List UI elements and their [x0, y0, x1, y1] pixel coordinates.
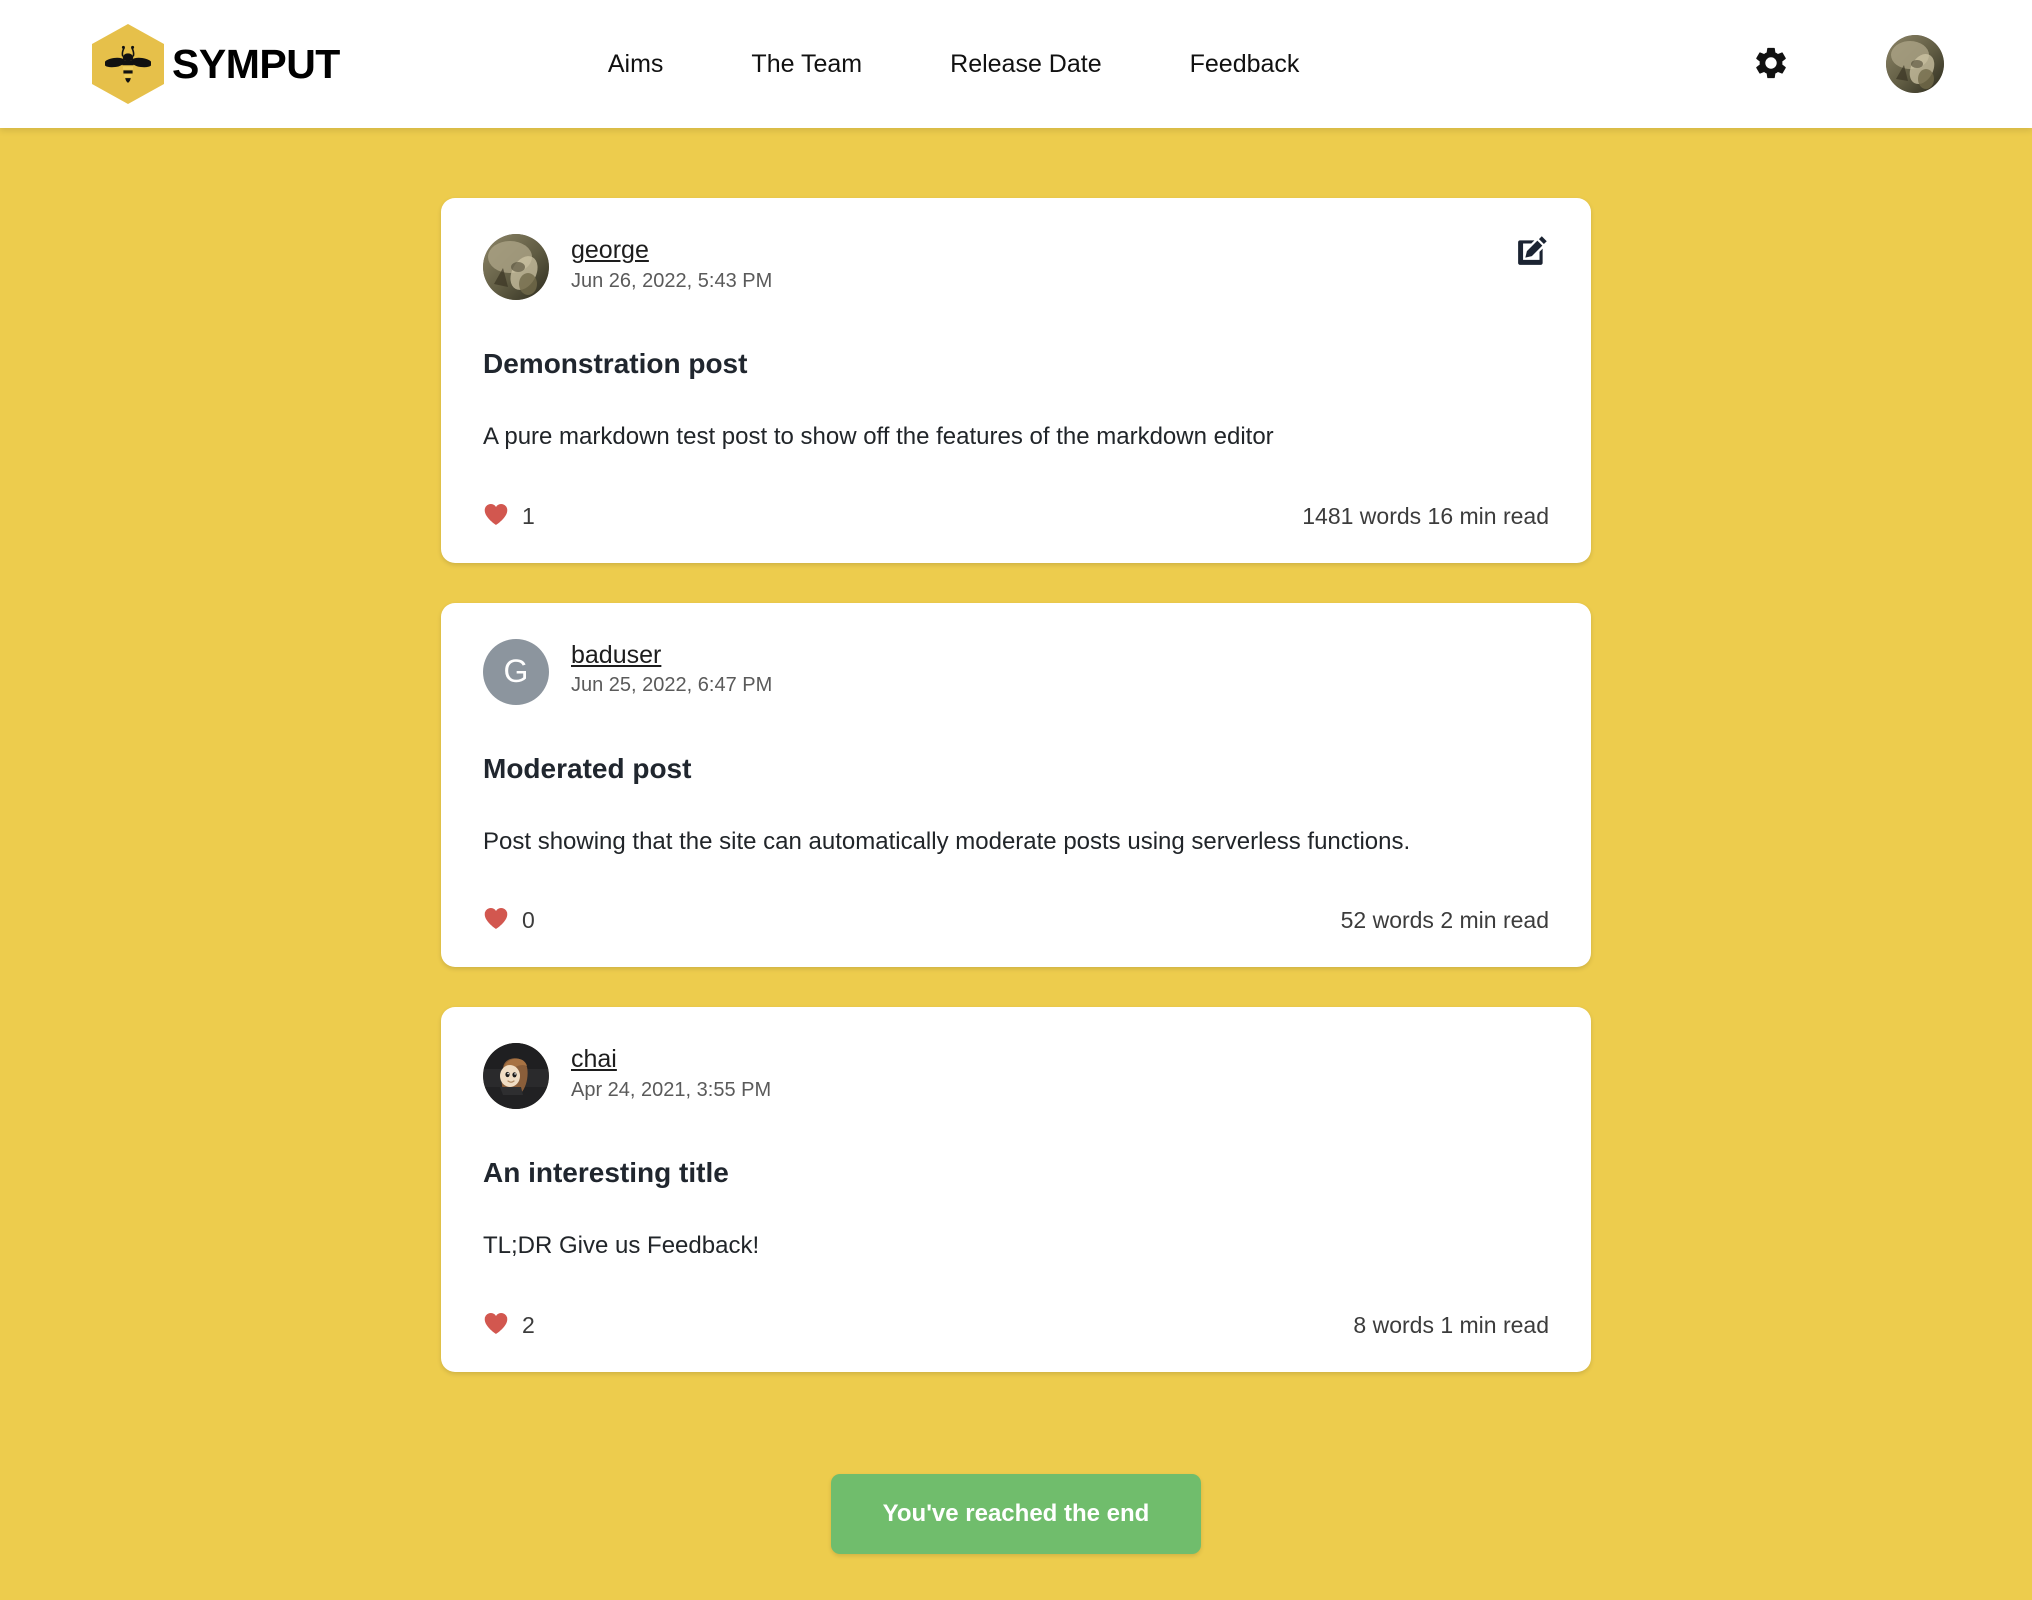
post-card: G baduser Jun 25, 2022, 6:47 PM Moderate… [441, 602, 1591, 968]
post-meta: baduser Jun 25, 2022, 6:47 PM [571, 639, 772, 698]
read-info: 8 words 1 min read [1353, 1311, 1549, 1338]
nav-link-release-date[interactable]: Release Date [950, 50, 1101, 79]
pen-to-square-icon [1515, 236, 1549, 271]
post-meta: chai Apr 24, 2021, 3:55 PM [571, 1043, 771, 1102]
main-nav: Aims The Team Release Date Feedback [608, 50, 1300, 79]
post-body: A pure markdown test post to show off th… [483, 423, 1274, 450]
nav-link-feedback[interactable]: Feedback [1190, 50, 1300, 79]
post-date: Jun 25, 2022, 6:47 PM [571, 674, 773, 697]
end-of-feed-button[interactable]: You've reached the end [830, 1473, 1202, 1554]
heart-icon[interactable] [483, 502, 509, 531]
nav-link-aims[interactable]: Aims [608, 50, 664, 79]
post-author-link[interactable]: baduser [571, 641, 661, 670]
like-count: 1 [522, 502, 535, 529]
post-title[interactable]: Moderated post [483, 753, 1549, 785]
post-date: Apr 24, 2021, 3:55 PM [571, 1078, 772, 1101]
like-count: 0 [522, 907, 535, 934]
user-avatar[interactable] [1886, 35, 1944, 93]
post-header: G baduser Jun 25, 2022, 6:47 PM [483, 638, 1549, 705]
post-author-avatar[interactable] [483, 234, 549, 300]
post-author-link[interactable]: george [571, 236, 649, 265]
top-navigation-bar: SYMPUT Aims The Team Release Date Feedba… [0, 0, 2032, 128]
post-author-avatar[interactable] [483, 1043, 549, 1110]
brand-name: SYMPUT [172, 40, 340, 87]
post-author-link[interactable]: chai [571, 1045, 617, 1074]
nav-right-actions [1752, 35, 1944, 93]
settings-button[interactable] [1752, 44, 1790, 85]
bee-hexagon-icon [92, 24, 164, 104]
post-header: george Jun 26, 2022, 5:43 PM [483, 234, 1549, 300]
avatar-initial-letter: G [503, 653, 529, 690]
like-group[interactable]: 2 [483, 1311, 535, 1340]
post-feed: george Jun 26, 2022, 5:43 PM Demonstrati… [0, 128, 2032, 1554]
post-header: chai Apr 24, 2021, 3:55 PM [483, 1043, 1549, 1110]
heart-icon[interactable] [483, 1311, 509, 1340]
post-meta: george Jun 26, 2022, 5:43 PM [571, 234, 772, 293]
heart-icon[interactable] [483, 906, 509, 935]
post-title[interactable]: An interesting title [483, 1157, 1549, 1189]
gear-icon [1752, 44, 1790, 85]
read-info: 52 words 2 min read [1340, 907, 1549, 934]
like-count: 2 [522, 1311, 535, 1338]
post-body: TL;DR Give us Feedback! [483, 1232, 760, 1260]
post-footer: 0 52 words 2 min read [483, 906, 1549, 935]
end-of-feed-wrapper: You've reached the end [830, 1473, 1202, 1554]
edit-post-button[interactable] [1515, 234, 1549, 268]
post-card: chai Apr 24, 2021, 3:55 PM An interestin… [441, 1007, 1591, 1372]
post-body: Post showing that the site can automatic… [483, 827, 1411, 855]
read-info: 1481 words 16 min read [1302, 502, 1549, 529]
post-card: george Jun 26, 2022, 5:43 PM Demonstrati… [441, 198, 1591, 563]
like-group[interactable]: 0 [483, 906, 535, 935]
brand-logo-link[interactable]: SYMPUT [92, 24, 340, 104]
like-group[interactable]: 1 [483, 502, 535, 531]
nav-link-the-team[interactable]: The Team [751, 50, 862, 79]
post-footer: 2 8 words 1 min read [483, 1311, 1549, 1340]
post-title[interactable]: Demonstration post [483, 348, 1549, 380]
post-date: Jun 26, 2022, 5:43 PM [571, 269, 773, 292]
post-footer: 1 1481 words 16 min read [483, 502, 1549, 531]
post-author-avatar[interactable]: G [483, 638, 549, 705]
